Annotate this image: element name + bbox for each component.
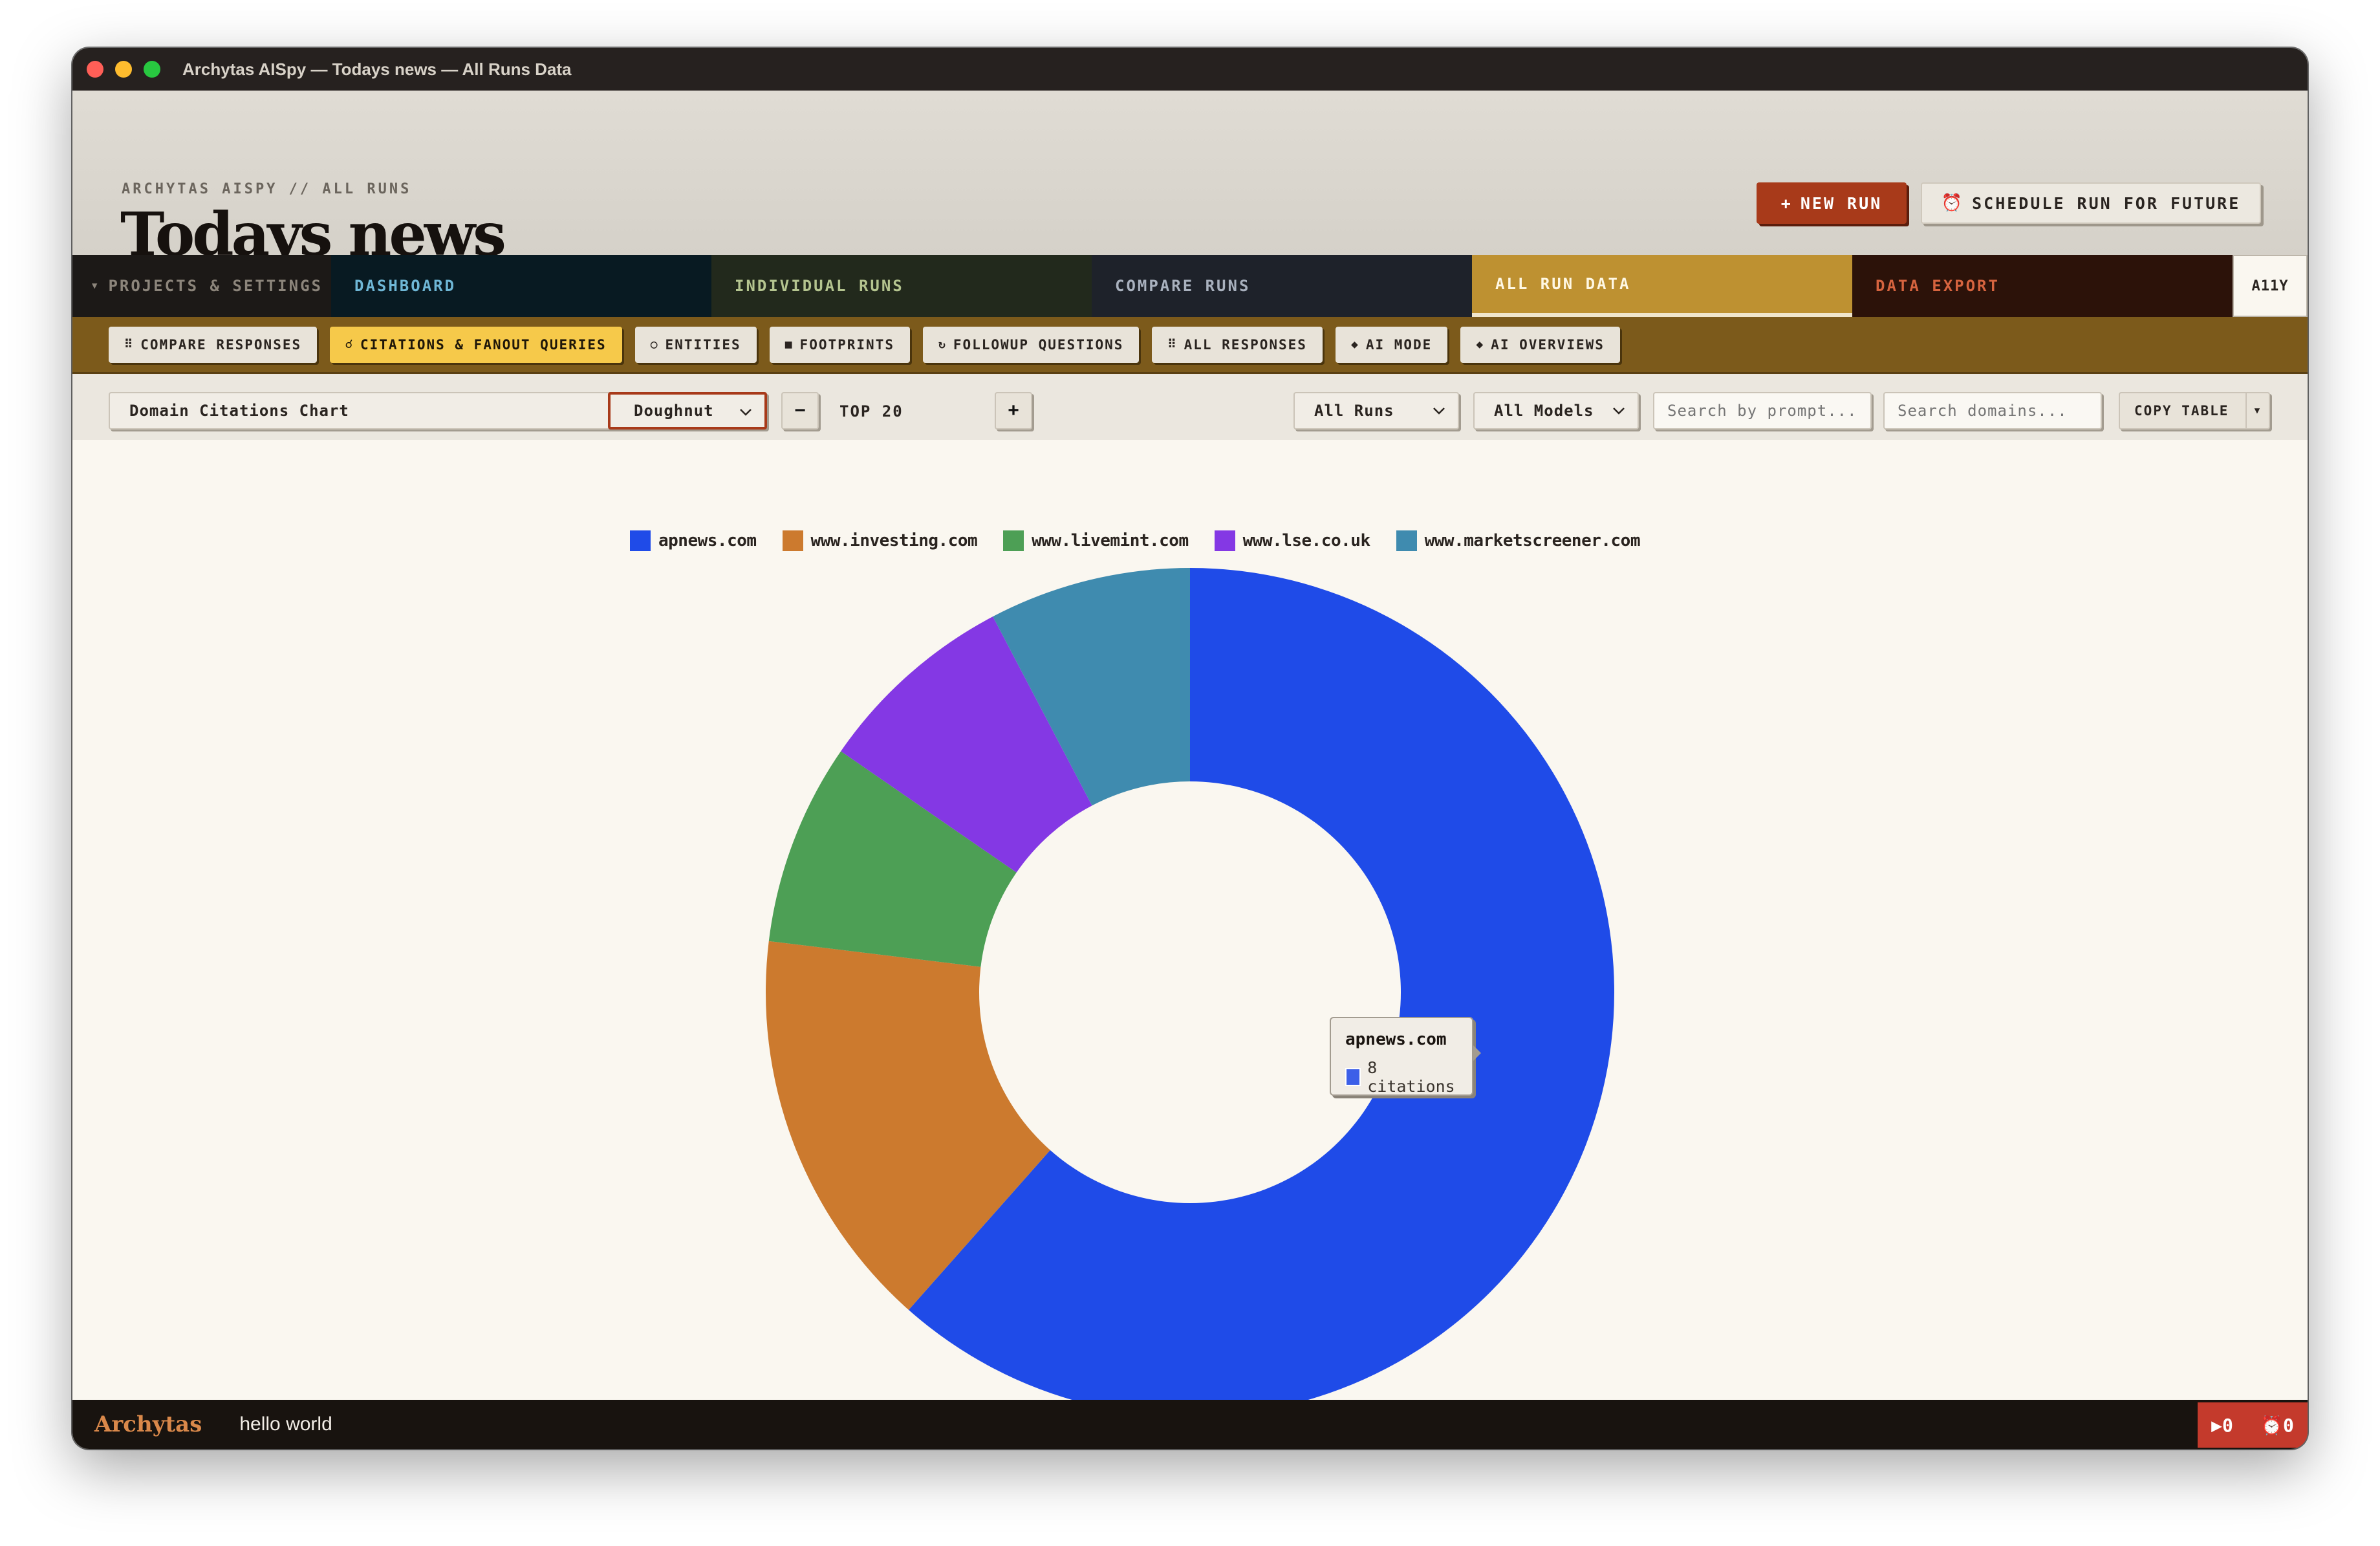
tooltip-swatch [1345, 1068, 1361, 1086]
schedule-run-button[interactable]: ⏰ SCHEDULE RUN FOR FUTURE [1921, 182, 2261, 224]
subtab-ai-overviews[interactable]: ◆ AI OVERVIEWS [1460, 326, 1620, 363]
subtab-compare-responses[interactable]: ⠿ COMPARE RESPONSES [109, 326, 318, 363]
page-header: ARCHYTAS AISPY // ALL RUNS Todays news [72, 91, 2308, 264]
chart-type-select[interactable]: Doughnut [608, 392, 767, 430]
window-title: Archytas AISpy — Todays news — All Runs … [182, 59, 572, 79]
chevron-down-icon [1433, 408, 1445, 415]
chevron-down-icon [1613, 408, 1625, 415]
top-n-label: TOP 20 [839, 402, 903, 420]
new-run-label: NEW RUN [1800, 193, 1883, 213]
subtab-label: FOLLOWUP QUESTIONS [953, 336, 1124, 353]
copy-table-label: COPY TABLE [2134, 403, 2229, 419]
doughnut-chart [766, 568, 1614, 1417]
job-counters[interactable]: ▶0 ⏰0 [2198, 1402, 2308, 1448]
tooltip-title: apnews.com [1345, 1030, 1447, 1049]
running-count: ▶0 [2211, 1414, 2233, 1436]
link-icon: ☌ [345, 338, 354, 351]
breadcrumb: ARCHYTAS AISPY // ALL RUNS [122, 181, 412, 197]
tab-compare-runs[interactable]: COMPARE RUNS [1092, 255, 1472, 317]
tooltip-value: 8 citations [1367, 1058, 1455, 1096]
search-domains-input[interactable] [1883, 392, 2102, 430]
plus-icon: + [1780, 193, 1793, 213]
window-controls [87, 61, 160, 78]
caret-down-icon: ▼ [92, 281, 100, 291]
main-tabs: ▼ PROJECTS & SETTINGS DASHBOARD INDIVIDU… [72, 255, 2308, 317]
subtab-all-responses[interactable]: ⠿ ALL RESPONSES [1152, 326, 1323, 363]
chevron-down-icon [740, 409, 752, 416]
copy-options-dropdown[interactable]: ▼ [2245, 393, 2269, 428]
subtab-label: COMPARE RESPONSES [140, 336, 302, 353]
a11y-button[interactable]: A11Y [2233, 255, 2308, 317]
subtab-label: CITATIONS & FANOUT QUERIES [360, 336, 607, 353]
subtab-label: FOOTPRINTS [799, 336, 894, 353]
chart-toolbar: Domain Citations Chart Doughnut − TOP 20… [72, 374, 2308, 440]
diamond-icon: ◆ [1350, 338, 1359, 351]
subtab-citations-fanout-queries[interactable]: ☌ CITATIONS & FANOUT QUERIES [330, 326, 622, 363]
search-prompt-input[interactable] [1653, 392, 1872, 430]
grid-icon: ⠿ [124, 338, 135, 351]
runs-select[interactable]: All Runs [1293, 392, 1459, 430]
refresh-icon: ↻ [938, 338, 947, 351]
circle-icon: ○ [650, 338, 659, 351]
subtab-label: AI MODE [1365, 336, 1433, 353]
chart-tooltip: apnews.com 8 citations [1330, 1017, 1481, 1096]
models-select[interactable]: All Models [1473, 392, 1639, 430]
brand-logo: Archytas [94, 1411, 202, 1437]
models-select-value: All Models [1494, 402, 1594, 420]
subtab-label: ALL RESPONSES [1184, 336, 1307, 353]
status-message: hello world [239, 1413, 332, 1435]
new-run-button[interactable]: + NEW RUN [1757, 182, 1907, 224]
close-window-button[interactable] [87, 61, 103, 78]
tooltip-row: 8 citations [1345, 1058, 1458, 1096]
chart-select-value: Domain Citations Chart [129, 402, 349, 420]
tab-projects-settings[interactable]: ▼ PROJECTS & SETTINGS [72, 255, 331, 317]
diamond-icon: ◆ [1476, 338, 1485, 351]
tab-all-run-data[interactable]: ALL RUN DATA [1472, 255, 1852, 317]
tab-dashboard[interactable]: DASHBOARD [331, 255, 711, 317]
alarm-clock-icon: ⏰ [1941, 193, 1965, 213]
queued-count: ⏰0 [2260, 1414, 2294, 1436]
chart-type-value: Doughnut [634, 402, 714, 420]
zoom-window-button[interactable] [144, 61, 160, 78]
subtab-followup-questions[interactable]: ↻ FOLLOWUP QUESTIONS [922, 326, 1140, 363]
chart-select[interactable]: Domain Citations Chart [109, 392, 667, 430]
grid-icon: ⠿ [1167, 338, 1178, 351]
status-bar: Archytas hello world ▶0 ⏰0 [72, 1400, 2308, 1449]
copy-table-button[interactable]: COPY TABLE ▼ [2119, 392, 2270, 430]
tab-projects-label: PROJECTS & SETTINGS [108, 277, 323, 295]
tab-data-export[interactable]: DATA EXPORT [1852, 255, 2233, 317]
decrease-top-button[interactable]: − [781, 392, 819, 430]
subtab-ai-mode[interactable]: ◆ AI MODE [1335, 326, 1448, 363]
sub-tabs: ⠿ COMPARE RESPONSES ☌ CITATIONS & FANOUT QU… [72, 317, 2308, 374]
square-icon: ■ [784, 338, 794, 351]
tab-individual-runs[interactable]: INDIVIDUAL RUNS [711, 255, 1092, 317]
chart-area: apnews.com www.investing.com www.livemint.… [72, 440, 2308, 1446]
schedule-run-label: SCHEDULE RUN FOR FUTURE [1972, 193, 2241, 213]
runs-select-value: All Runs [1314, 402, 1394, 420]
subtab-label: AI OVERVIEWS [1491, 336, 1605, 353]
app-window: Archytas AISpy — Todays news — All Runs … [72, 48, 2308, 1449]
subtab-entities[interactable]: ○ ENTITIES [634, 326, 757, 363]
subtab-footprints[interactable]: ■ FOOTPRINTS [769, 326, 910, 363]
title-bar: Archytas AISpy — Todays news — All Runs … [72, 48, 2308, 91]
increase-top-button[interactable]: + [995, 392, 1032, 430]
minimize-window-button[interactable] [115, 61, 132, 78]
subtab-label: ENTITIES [665, 336, 741, 353]
